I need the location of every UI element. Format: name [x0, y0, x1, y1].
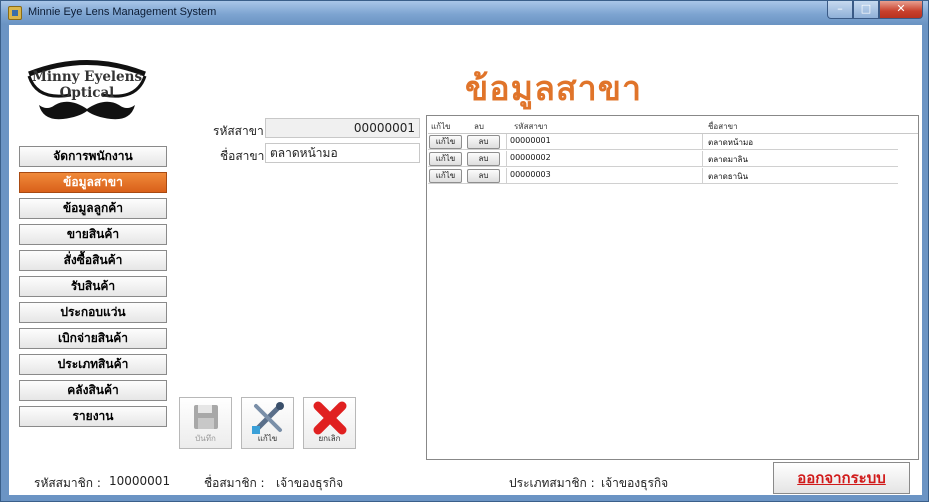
- row-branch-code: 00000003: [510, 170, 551, 179]
- cell-divider: [506, 134, 507, 150]
- cell-divider: [506, 168, 507, 184]
- maximize-button[interactable]: □: [853, 1, 879, 19]
- sidebar-item-reports[interactable]: รายงาน: [19, 406, 167, 427]
- row-edit-button[interactable]: แก้ไข: [429, 169, 462, 183]
- sidebar-item-assemble-glasses[interactable]: ประกอบแว่น: [19, 302, 167, 323]
- sidebar-item-withdraw-goods[interactable]: เบิกจ่ายสินค้า: [19, 328, 167, 349]
- cancel-button-label: ยกเลิก: [318, 434, 341, 443]
- close-button[interactable]: ✕: [879, 1, 923, 19]
- cell-divider: [506, 151, 507, 167]
- window-controls: – □ ✕: [827, 1, 923, 19]
- column-header-branch-code[interactable]: รหัสสาขา: [514, 120, 548, 133]
- save-button-label: บันทึก: [195, 434, 216, 443]
- row-edit-button[interactable]: แก้ไข: [429, 152, 462, 166]
- sidebar-item-employees[interactable]: จัดการพนักงาน: [19, 146, 167, 167]
- logout-button[interactable]: ออกจากระบบ: [773, 462, 910, 494]
- sidebar-item-branch-info[interactable]: ข้อมูลสาขา: [19, 172, 167, 193]
- branch-table-body: แก้ไข ลบ รหัสสาขา ชื่อสาขา แก้ไข ลบ 0000…: [428, 117, 918, 195]
- table-row[interactable]: แก้ไข ลบ 00000001 ตลาดหน้ามอ: [428, 134, 898, 150]
- edit-button[interactable]: แก้ไข: [241, 397, 294, 449]
- member-name-label: ชื่อสมาชิก :: [204, 476, 265, 490]
- branch-table: แก้ไข ลบ รหัสสาขา ชื่อสาขา แก้ไข ลบ 0000…: [426, 115, 919, 460]
- save-button[interactable]: บันทึก: [179, 397, 232, 449]
- sidebar-item-product-types[interactable]: ประเภทสินค้า: [19, 354, 167, 375]
- minimize-button[interactable]: –: [827, 1, 853, 19]
- row-branch-name: ตลาดหน้ามอ: [708, 138, 754, 147]
- table-row[interactable]: แก้ไข ลบ 00000003 ตลาดธานิน: [428, 168, 898, 184]
- app-window: Minnie Eye Lens Management System – □ ✕ …: [0, 0, 929, 502]
- cancel-x-icon: [313, 401, 347, 435]
- column-header-delete[interactable]: ลบ: [474, 120, 484, 133]
- row-branch-name: ตลาดมาลิน: [708, 155, 748, 164]
- sidebar-item-customers[interactable]: ข้อมูลลูกค้า: [19, 198, 167, 219]
- column-header-branch-name[interactable]: ชื่อสาขา: [708, 120, 738, 133]
- branch-name-field[interactable]: ตลาดหน้ามอ: [265, 143, 420, 163]
- edit-button-label: แก้ไข: [257, 434, 278, 443]
- window-title: Minnie Eye Lens Management System: [28, 6, 217, 18]
- branch-code-field[interactable]: 00000001: [265, 118, 420, 138]
- page-title: ข้อมูลสาขา: [465, 69, 643, 109]
- app-icon: [8, 6, 22, 20]
- row-branch-name: ตลาดธานิน: [708, 172, 749, 181]
- row-delete-button[interactable]: ลบ: [467, 152, 500, 166]
- row-delete-button[interactable]: ลบ: [467, 135, 500, 149]
- column-header-edit[interactable]: แก้ไข: [431, 120, 451, 133]
- branch-name-label: ชื่อสาขา: [220, 149, 265, 163]
- member-id-label: รหัสสมาชิก :: [34, 476, 101, 490]
- cell-divider: [702, 134, 703, 150]
- cell-divider: [702, 151, 703, 167]
- row-branch-code: 00000001: [510, 136, 551, 145]
- row-edit-button[interactable]: แก้ไข: [429, 135, 462, 149]
- mustache-icon: [39, 101, 135, 120]
- table-row[interactable]: แก้ไข ลบ 00000002 ตลาดมาลิน: [428, 151, 898, 167]
- sidebar-item-warehouse[interactable]: คลังสินค้า: [19, 380, 167, 401]
- sidebar-item-purchase-orders[interactable]: สั่งซื้อสินค้า: [19, 250, 167, 271]
- logo: Minny Eyelens Optical: [7, 29, 167, 129]
- row-delete-button[interactable]: ลบ: [467, 169, 500, 183]
- member-type-value: เจ้าของธุรกิจ: [601, 476, 669, 490]
- member-name-value: เจ้าของธุรกิจ: [276, 476, 344, 490]
- sidebar-item-receive-goods[interactable]: รับสินค้า: [19, 276, 167, 297]
- row-branch-code: 00000002: [510, 153, 551, 162]
- sidebar-item-sales[interactable]: ขายสินค้า: [19, 224, 167, 245]
- branch-code-label: รหัสสาขา: [213, 124, 264, 138]
- table-header: แก้ไข ลบ รหัสสาขา ชื่อสาขา: [428, 117, 918, 134]
- cancel-button[interactable]: ยกเลิก: [303, 397, 356, 449]
- member-id-value: 10000001: [109, 474, 171, 488]
- member-type-label: ประเภทสมาชิก :: [509, 476, 595, 490]
- title-bar[interactable]: Minnie Eye Lens Management System – □ ✕: [1, 1, 928, 25]
- cell-divider: [702, 168, 703, 184]
